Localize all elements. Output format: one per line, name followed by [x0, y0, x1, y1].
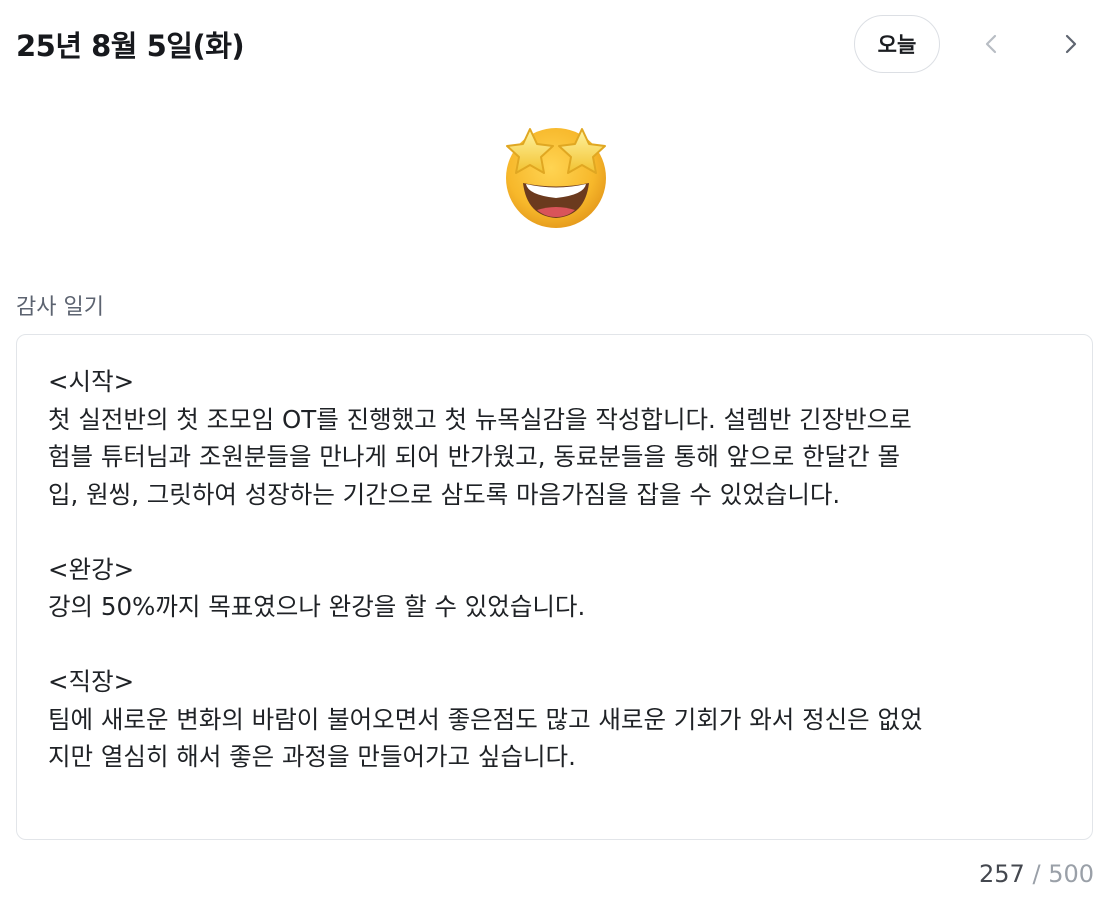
star-struck-emoji-icon[interactable]: [497, 120, 615, 232]
prev-day-button[interactable]: [966, 18, 1018, 70]
character-counter: 257 / 500: [979, 860, 1094, 888]
character-count-separator: /: [1032, 860, 1041, 888]
date-title: 25년 8월 5일(화): [16, 29, 245, 63]
character-count-current: 257: [979, 860, 1025, 888]
journal-section-label: 감사 일기: [16, 295, 104, 320]
today-button[interactable]: 오늘: [854, 15, 940, 73]
header: 25년 8월 5일(화) 오늘: [16, 12, 1096, 76]
journal-textarea[interactable]: <시작> 첫 실전반의 첫 조모임 OT를 진행했고 첫 뉴목실감을 작성합니다…: [16, 334, 1093, 840]
chevron-right-icon: [1065, 34, 1077, 54]
journal-content[interactable]: <시작> 첫 실전반의 첫 조모임 OT를 진행했고 첫 뉴목실감을 작성합니다…: [48, 363, 1062, 776]
character-count-max: 500: [1048, 860, 1094, 888]
next-day-button[interactable]: [1044, 18, 1096, 70]
chevron-left-icon: [985, 34, 997, 54]
